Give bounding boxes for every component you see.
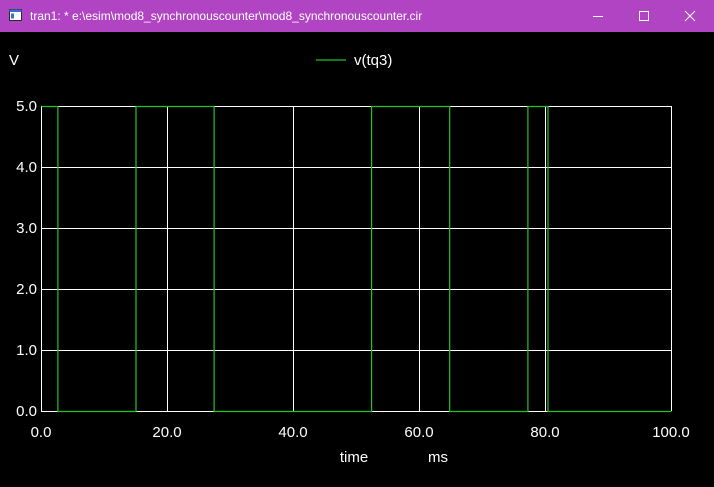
window-title: tran1: * e:\esim\mod8_synchronouscounter… bbox=[30, 0, 422, 32]
y-tick-label: 4.0 bbox=[16, 159, 37, 176]
x-axis-unit: ms bbox=[428, 449, 448, 466]
title-bar[interactable]: tran1: * e:\esim\mod8_synchronouscounter… bbox=[0, 0, 714, 32]
x-tick-label: 100.0 bbox=[652, 424, 690, 441]
plot-window: tran1: * e:\esim\mod8_synchronouscounter… bbox=[0, 0, 714, 483]
minimize-icon bbox=[592, 10, 604, 22]
y-tick-label: 0.0 bbox=[16, 403, 37, 420]
x-tick-label: 80.0 bbox=[530, 424, 559, 441]
waveform-chart: 0.0 20.0 40.0 60.0 80.0 100.0 0.0 1.0 2.0 3.0 4.0 5… bbox=[0, 32, 714, 483]
y-tick-label: 2.0 bbox=[16, 281, 37, 298]
close-button[interactable] bbox=[667, 0, 713, 32]
x-axis-label: time bbox=[340, 449, 368, 466]
minimize-button[interactable] bbox=[575, 0, 621, 32]
legend-label: v(tq3) bbox=[354, 52, 392, 69]
series-line-0 bbox=[42, 107, 672, 412]
x-tick-label: 40.0 bbox=[278, 424, 307, 441]
y-axis-label: V bbox=[9, 52, 19, 69]
y-tick-label: 1.0 bbox=[16, 342, 37, 359]
x-tick-label: 20.0 bbox=[152, 424, 181, 441]
y-tick-label: 5.0 bbox=[16, 98, 37, 115]
maximize-icon bbox=[638, 10, 650, 22]
y-tick-label: 3.0 bbox=[16, 220, 37, 237]
close-icon bbox=[684, 10, 696, 22]
plot-area: 0.0 20.0 40.0 60.0 80.0 100.0 0.0 1.0 2.0 3.0 4.0 5… bbox=[0, 32, 714, 483]
maximize-button[interactable] bbox=[621, 0, 667, 32]
app-window-icon bbox=[9, 9, 22, 21]
x-tick-label: 60.0 bbox=[404, 424, 433, 441]
x-tick-label: 0.0 bbox=[31, 424, 52, 441]
